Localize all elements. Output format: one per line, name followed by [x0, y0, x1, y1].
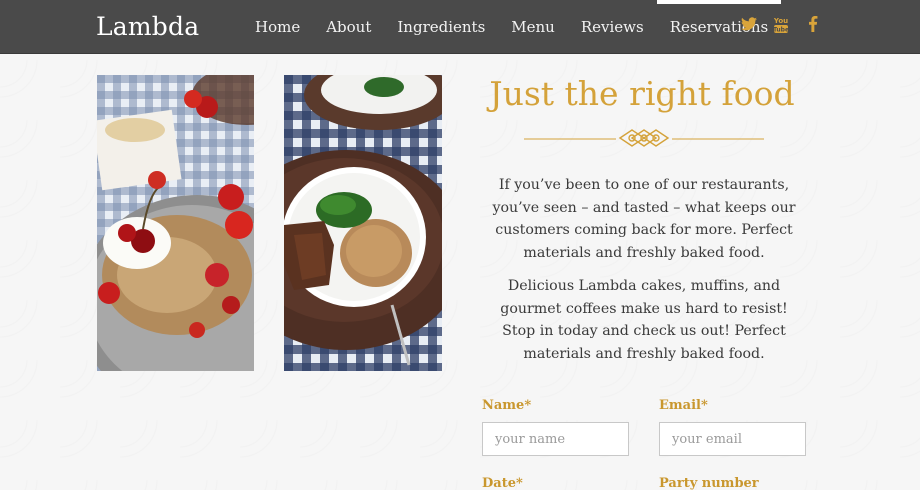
nav-about[interactable]: About	[313, 0, 384, 54]
date-label: Date*	[482, 476, 523, 490]
facebook-icon[interactable]	[804, 15, 822, 38]
page-title: Just the right food	[489, 74, 795, 113]
name-input[interactable]	[482, 422, 629, 456]
youtube-icon[interactable]: You Tube	[772, 16, 790, 38]
name-label: Name*	[482, 398, 532, 413]
email-label: Email*	[659, 398, 708, 413]
main-nav: Home About Ingredients Menu Reviews Rese…	[242, 0, 781, 54]
svg-text:You: You	[774, 17, 788, 25]
svg-text:Tube: Tube	[774, 27, 788, 34]
divider-ornament-icon	[520, 124, 768, 154]
nav-home[interactable]: Home	[242, 0, 313, 54]
nav-menu[interactable]: Menu	[498, 0, 568, 54]
top-navbar: Lambda Home About Ingredients Menu Revie…	[0, 0, 920, 54]
brand-logo[interactable]: Lambda	[96, 12, 199, 41]
twitter-icon[interactable]	[740, 16, 758, 38]
food-photo-plate	[284, 75, 442, 371]
social-links: You Tube	[740, 15, 822, 38]
nav-ingredients[interactable]: Ingredients	[384, 0, 498, 54]
food-photo-granola	[97, 75, 254, 371]
nav-reviews[interactable]: Reviews	[568, 0, 657, 54]
email-input[interactable]	[659, 422, 806, 456]
secondary-paragraph: Delicious Lambda cakes, muffins, and gou…	[500, 278, 788, 363]
party-number-label: Party number	[659, 476, 759, 490]
intro-paragraph: If you’ve been to one of our restaurants…	[492, 177, 796, 262]
